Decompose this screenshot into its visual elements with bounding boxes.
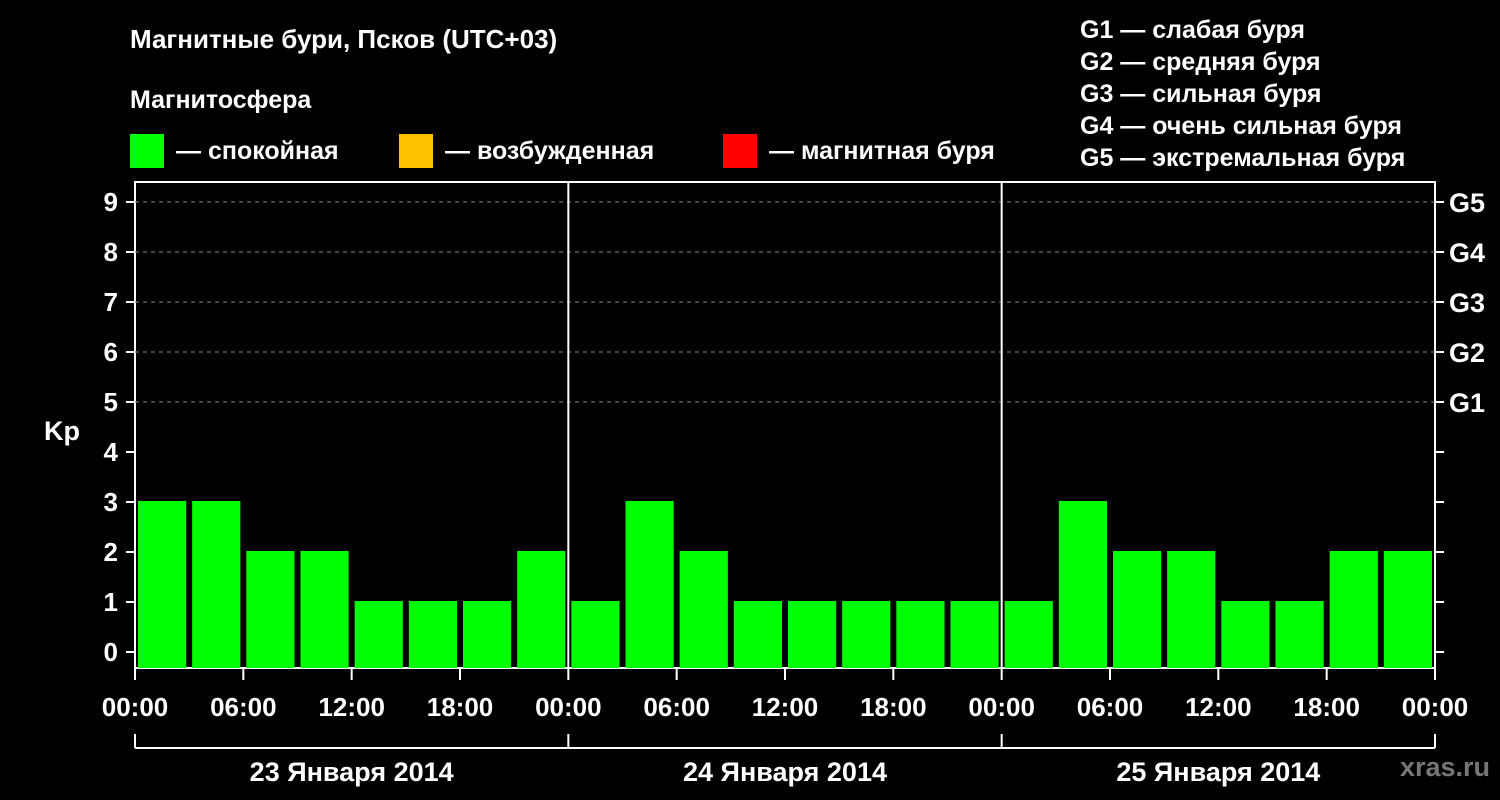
bar-6 xyxy=(463,601,512,668)
bar-20 xyxy=(1221,601,1270,668)
x-tick-label-9: 06:00 xyxy=(1077,692,1144,722)
day-label-1: 24 Января 2014 xyxy=(683,757,887,787)
right-axis-label-g4: G4 xyxy=(1449,238,1485,268)
y-tick-label-7: 7 xyxy=(104,287,118,317)
y-tick-label-2: 2 xyxy=(104,537,118,567)
bar-9 xyxy=(625,501,674,668)
bar-18 xyxy=(1113,551,1162,668)
x-tick-label-6: 12:00 xyxy=(752,692,819,722)
y-tick-label-3: 3 xyxy=(104,487,118,517)
right-axis-label-g2: G2 xyxy=(1449,338,1485,368)
y-tick-label-5: 5 xyxy=(104,387,118,417)
bar-17 xyxy=(1058,501,1107,668)
y-axis-label: Kp xyxy=(44,416,80,446)
bar-8 xyxy=(571,601,620,668)
x-tick-label-7: 18:00 xyxy=(860,692,927,722)
bar-23 xyxy=(1383,551,1432,668)
right-axis-label-g5: G5 xyxy=(1449,188,1485,218)
brand-watermark: xras.ru xyxy=(1399,752,1490,782)
bar-15 xyxy=(950,601,999,668)
x-tick-label-0: 00:00 xyxy=(102,692,169,722)
x-tick-label-2: 12:00 xyxy=(318,692,385,722)
bar-0 xyxy=(138,501,187,668)
x-tick-label-4: 00:00 xyxy=(535,692,602,722)
x-tick-label-8: 00:00 xyxy=(968,692,1035,722)
bar-21 xyxy=(1275,601,1324,668)
right-axis-label-g3: G3 xyxy=(1449,288,1485,318)
day-label-0: 23 Января 2014 xyxy=(250,757,454,787)
bar-10 xyxy=(679,551,728,668)
y-tick-label-6: 6 xyxy=(104,337,118,367)
day-label-2: 25 Января 2014 xyxy=(1116,757,1320,787)
right-axis-label-g1: G1 xyxy=(1449,388,1485,418)
y-tick-label-1: 1 xyxy=(104,587,118,617)
bar-4 xyxy=(354,601,403,668)
bar-7 xyxy=(517,551,566,668)
bar-11 xyxy=(733,601,782,668)
y-tick-label-4: 4 xyxy=(104,437,119,467)
bar-19 xyxy=(1167,551,1216,668)
kp-bar-chart: 0 1 2 3 4 5 6 7 8 9 G1 G2 G3 G4 G5 Kp 00:00 06:00 12:00 18:… xyxy=(44,181,1485,787)
y-tick-label-9: 9 xyxy=(104,187,118,217)
bar-12 xyxy=(788,601,837,668)
bar-13 xyxy=(842,601,891,668)
x-tick-label-3: 18:00 xyxy=(427,692,494,722)
x-tick-label-1: 06:00 xyxy=(210,692,277,722)
x-tick-label-10: 12:00 xyxy=(1185,692,1252,722)
bar-16 xyxy=(1004,601,1053,668)
bar-1 xyxy=(192,501,241,668)
bar-22 xyxy=(1329,551,1378,668)
x-tick-label-12: 00:00 xyxy=(1402,692,1469,722)
bar-3 xyxy=(300,551,349,668)
y-tick-label-8: 8 xyxy=(104,237,118,267)
bar-2 xyxy=(246,551,295,668)
bar-14 xyxy=(896,601,945,668)
x-tick-label-5: 06:00 xyxy=(643,692,710,722)
bar-5 xyxy=(408,601,457,668)
x-tick-label-11: 18:00 xyxy=(1293,692,1360,722)
y-tick-label-0: 0 xyxy=(104,637,118,667)
